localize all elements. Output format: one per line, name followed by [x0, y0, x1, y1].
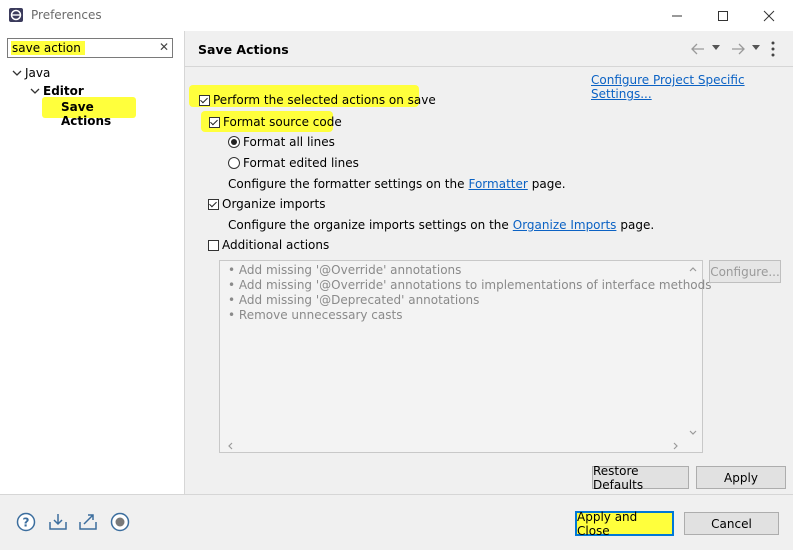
tree-item-java-label: Java [25, 66, 51, 80]
chevron-down-icon[interactable] [12, 68, 22, 78]
record-icon[interactable] [110, 512, 130, 532]
scroll-down-icon[interactable] [688, 429, 698, 437]
forward-arrow-icon[interactable] [730, 42, 746, 56]
format-edited-radio[interactable] [228, 157, 240, 169]
back-arrow-icon[interactable] [690, 42, 706, 56]
tree-item-editor[interactable]: Editor [30, 84, 84, 98]
organize-hint-pre: Configure the organize imports settings … [228, 218, 509, 232]
cancel-button[interactable]: Cancel [684, 512, 779, 535]
formatter-hint-pre: Configure the formatter settings on the [228, 177, 465, 191]
tree-item-java[interactable]: Java [12, 66, 50, 80]
configure-project-settings-link[interactable]: Configure Project Specific Settings... [591, 73, 793, 101]
perform-actions-label: Perform the selected actions on save [213, 93, 436, 107]
maximize-button[interactable] [700, 0, 746, 31]
list-item: • Add missing '@Override' annotations [228, 263, 462, 277]
chevron-down-icon[interactable] [30, 86, 40, 96]
back-dropdown-icon[interactable] [712, 45, 720, 51]
close-icon [763, 10, 775, 21]
scroll-right-icon[interactable] [672, 441, 680, 451]
minimize-icon [672, 15, 682, 16]
tree-item-editor-label: Editor [43, 84, 84, 98]
tree-item-save-actions[interactable]: Save Actions [42, 97, 136, 128]
formatter-link[interactable]: Formatter [468, 177, 527, 191]
dialog-footer: ? Apply and Close Cancel [0, 494, 793, 550]
forward-dropdown-icon[interactable] [752, 45, 760, 51]
configure-button[interactable]: Configure... [709, 260, 781, 283]
window-title: Preferences [31, 8, 102, 22]
perform-actions-checkbox-row[interactable]: Perform the selected actions on save [199, 93, 436, 107]
additional-actions-label: Additional actions [222, 238, 330, 252]
eclipse-app-icon [9, 8, 23, 22]
organize-imports-link[interactable]: Organize Imports [513, 218, 617, 232]
page-header: Save Actions [185, 31, 793, 67]
additional-actions-checkbox-row[interactable]: Additional actions [208, 238, 329, 252]
view-menu-icon[interactable] [771, 41, 775, 57]
organize-hint-post: page. [620, 218, 655, 232]
clear-filter-icon[interactable]: ✕ [159, 40, 169, 54]
additional-actions-list[interactable]: • Add missing '@Override' annotations • … [219, 260, 712, 453]
organize-imports-hint: Configure the organize imports settings … [228, 218, 654, 232]
restore-defaults-button[interactable]: Restore Defaults [592, 464, 689, 492]
svg-text:?: ? [23, 516, 30, 530]
list-item: • Add missing '@Override' annotations to… [228, 278, 712, 292]
export-icon[interactable] [78, 512, 98, 532]
format-all-radio[interactable] [228, 136, 240, 148]
format-all-label: Format all lines [243, 135, 335, 149]
format-source-label: Format source code [223, 115, 342, 129]
additional-actions-items: • Add missing '@Override' annotations • … [228, 263, 712, 323]
perform-actions-checkbox[interactable] [199, 94, 210, 106]
format-edited-radio-row[interactable]: Format edited lines [228, 156, 359, 170]
help-icon[interactable]: ? [16, 512, 36, 532]
format-source-checkbox[interactable] [209, 116, 220, 128]
format-all-radio-row[interactable]: Format all lines [228, 135, 335, 149]
close-window-button[interactable] [746, 0, 792, 31]
organize-imports-checkbox-row[interactable]: Organize imports [208, 197, 325, 211]
minimize-button[interactable] [654, 0, 700, 31]
filter-input-value: save action [11, 41, 85, 55]
apply-button[interactable]: Apply [696, 466, 786, 489]
scroll-up-icon[interactable] [688, 265, 698, 273]
additional-actions-checkbox[interactable] [208, 239, 219, 251]
organize-imports-checkbox[interactable] [208, 198, 219, 210]
formatter-hint: Configure the formatter settings on the … [228, 177, 566, 191]
format-source-checkbox-row[interactable]: Format source code [209, 115, 342, 129]
title-bar: Preferences [0, 0, 793, 31]
save-actions-page: Configure Project Specific Settings... P… [185, 67, 793, 494]
list-item: • Add missing '@Deprecated' annotations [228, 293, 480, 307]
maximize-icon [718, 10, 728, 21]
page-title: Save Actions [198, 42, 289, 57]
filter-input[interactable]: save action ✕ [7, 38, 173, 58]
tree-item-save-actions-label: Save Actions [61, 100, 112, 128]
format-edited-label: Format edited lines [243, 156, 359, 170]
organize-imports-label: Organize imports [222, 197, 326, 211]
import-icon[interactable] [48, 512, 68, 532]
scroll-left-icon[interactable] [226, 441, 234, 451]
list-item: • Remove unnecessary casts [228, 308, 403, 322]
apply-and-close-button[interactable]: Apply and Close [575, 510, 674, 538]
formatter-hint-post: page. [531, 177, 566, 191]
